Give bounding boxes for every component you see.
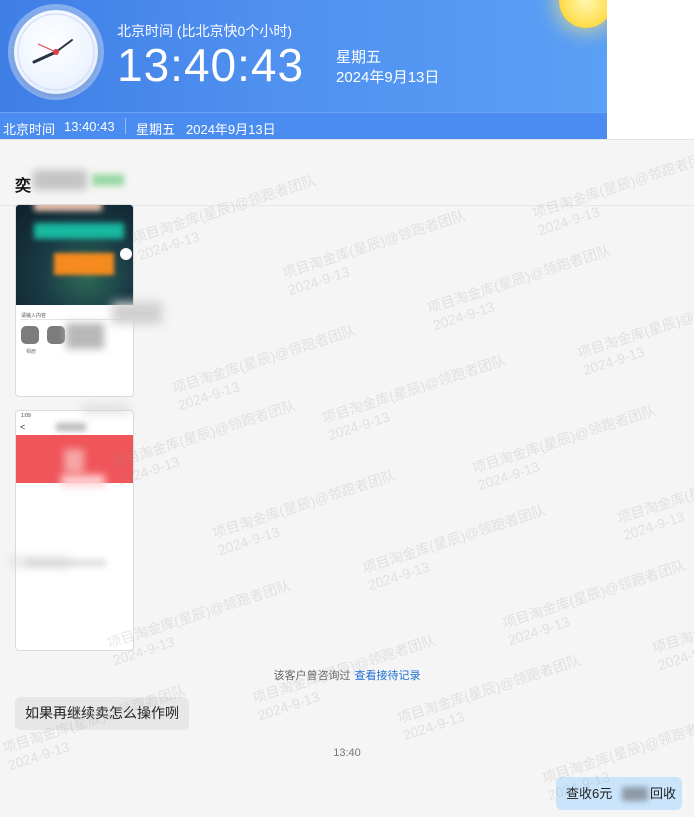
- time-hours: 13: [117, 39, 171, 91]
- watermark-text: 项目淘金库(星辰)@领跑者团队: [210, 466, 398, 542]
- close-icon: [120, 248, 132, 260]
- blurred-content: [10, 556, 70, 568]
- watermark: 项目淘金库(星辰)@领跑者团队 2024-9-13: [360, 501, 553, 594]
- watermark-date: 2024-9-13: [580, 343, 647, 379]
- image-message[interactable]: 请输入内容 相册: [15, 204, 134, 397]
- phone-status-time: 1:09: [21, 413, 31, 419]
- strip-label: 北京时间: [3, 122, 56, 137]
- clock-date: 2024年9月13日: [336, 69, 440, 86]
- message-timestamp: 13:40: [333, 747, 361, 759]
- message-text: 回收: [650, 786, 677, 801]
- strip-divider: [125, 118, 126, 134]
- watermark-date: 2024-9-13: [325, 408, 392, 444]
- strip-date: 2024年9月13日: [186, 122, 276, 137]
- watermark-text: 项目淘金库(星辰)@领跑者团队: [615, 451, 694, 527]
- watermark-text: 项目淘金库(星辰)@领跑者团队: [650, 581, 694, 657]
- watermark: 项目淘金库(星辰)@领跑者团队 2024-9-13: [615, 451, 694, 544]
- watermark: 项目淘金库(星辰)@领跑者团队 2024-9-13: [110, 396, 303, 489]
- watermark-date: 2024-9-13: [475, 458, 542, 494]
- analog-clock-icon: [14, 10, 98, 94]
- time-minutes: 40: [183, 39, 238, 91]
- message-text: 查收6元: [566, 786, 613, 801]
- blurred-content: [34, 223, 124, 239]
- icon-caption: 相册: [26, 349, 37, 355]
- blurred-content: [54, 253, 114, 275]
- watermark-date: 2024-9-13: [655, 638, 694, 674]
- watermark-text: 项目淘金库(星辰)@领跑者团队: [170, 321, 358, 397]
- strip-time: 13:40:43: [64, 119, 115, 134]
- image-caption: 请输入内容: [21, 313, 47, 319]
- blurred-content: [82, 404, 130, 414]
- clock-weekday: 星期五: [336, 49, 382, 66]
- history-notice: 该客户曾咨询过 查看接待记录: [0, 667, 694, 683]
- watermark: 项目淘金库(星辰)@领跑者团队 2024-9-13: [320, 351, 513, 444]
- blurred-content: [61, 475, 105, 487]
- blurred-content: [112, 302, 162, 324]
- watermark-text: 项目淘金库(星辰)@领跑者团队: [360, 501, 548, 577]
- sun-icon: [559, 0, 607, 28]
- watermark: 项目淘金库(星辰)@领跑者团队 2024-9-13: [575, 286, 694, 379]
- watermark-date: 2024-9-13: [175, 378, 242, 414]
- blurred-content: [34, 205, 102, 211]
- watermark-text: 项目淘金库(星辰)@领跑者团队: [280, 206, 468, 282]
- clock-status-strip: 北京时间 13:40:43 星期五 2024年9月13日: [0, 112, 607, 140]
- watermark-date: 2024-9-13: [215, 523, 282, 559]
- watermark-text: 项目淘金库(星辰)@领跑者团队: [470, 401, 658, 477]
- digital-time: 13:40:43: [117, 38, 304, 92]
- blurred-content: [622, 787, 648, 801]
- watermark-date: 2024-9-13: [505, 613, 572, 649]
- watermark-text: 项目淘金库(星辰)@领跑者团队: [110, 396, 298, 472]
- blank-area: [607, 0, 694, 139]
- watermark: 项目淘金库(星辰)@领跑者团队 2024-9-13: [210, 466, 403, 559]
- blurred-content: [64, 449, 84, 473]
- watermark-date: 2024-9-13: [115, 453, 182, 489]
- chat-header: 奕: [0, 139, 694, 206]
- watermark: 项目淘金库(星辰)@领跑者团队 2024-9-13: [425, 241, 618, 334]
- notice-text: 该客户曾咨询过: [273, 670, 351, 682]
- agent-message-bubble[interactable]: 查收6元 回收: [556, 777, 682, 810]
- time-seconds: 43: [250, 39, 305, 91]
- strip-weekday: 星期五: [136, 122, 176, 137]
- watermark: 项目淘金库(星辰)@领跑者团队 2024-9-13: [470, 401, 663, 494]
- watermark-date: 2024-9-13: [620, 508, 687, 544]
- view-history-link[interactable]: 查看接待记录: [355, 670, 421, 682]
- watermark-date: 2024-9-13: [430, 298, 497, 334]
- watermark-date: 2024-9-13: [255, 688, 322, 724]
- watermark-text: 项目淘金库(星辰)@领跑者团队: [320, 351, 508, 427]
- blurred-content: [56, 423, 86, 431]
- blurred-name: [33, 170, 87, 190]
- watermark: 项目淘金库(星辰)@领跑者团队 2024-9-13: [500, 556, 693, 649]
- watermark-text: 项目淘金库(星辰)@领跑者团队: [395, 651, 583, 727]
- image-message[interactable]: 1:09 <: [15, 410, 134, 651]
- back-icon: <: [20, 422, 26, 432]
- watermark: 项目淘金库(星辰)@领跑者团队 2024-9-13: [280, 206, 473, 299]
- watermark-date: 2024-9-13: [110, 633, 177, 669]
- watermark-date: 2024-9-13: [285, 263, 352, 299]
- customer-message-bubble[interactable]: 如果再继续卖怎么操作咧: [15, 697, 189, 730]
- watermark-text: 项目淘金库(星辰)@领跑者团队: [500, 556, 688, 632]
- watermark: 项目淘金库(星辰)@领跑者团队 2024-9-13: [650, 581, 694, 674]
- clock-panel: 北京时间 (比北京快0个小时) 13:40:43 星期五 2024年9月13日: [0, 0, 607, 112]
- watermark-date: 2024-9-13: [365, 558, 432, 594]
- watermark: 项目淘金库(星辰)@领跑者团队 2024-9-13: [170, 321, 363, 414]
- customer-name: 奕: [15, 178, 32, 195]
- time-colon: :: [170, 39, 184, 91]
- watermark-text: 项目淘金库(星辰)@领跑者团队: [575, 286, 694, 362]
- blurred-tag: [92, 174, 124, 186]
- watermark: 项目淘金库(星辰)@领跑者团队 2024-9-13: [395, 651, 588, 744]
- time-colon: :: [237, 39, 251, 91]
- watermark-text: 项目淘金库(星辰)@领跑者团队: [425, 241, 613, 317]
- gallery-icon: [47, 326, 65, 344]
- blurred-content: [66, 323, 104, 349]
- camera-icon: [21, 326, 39, 344]
